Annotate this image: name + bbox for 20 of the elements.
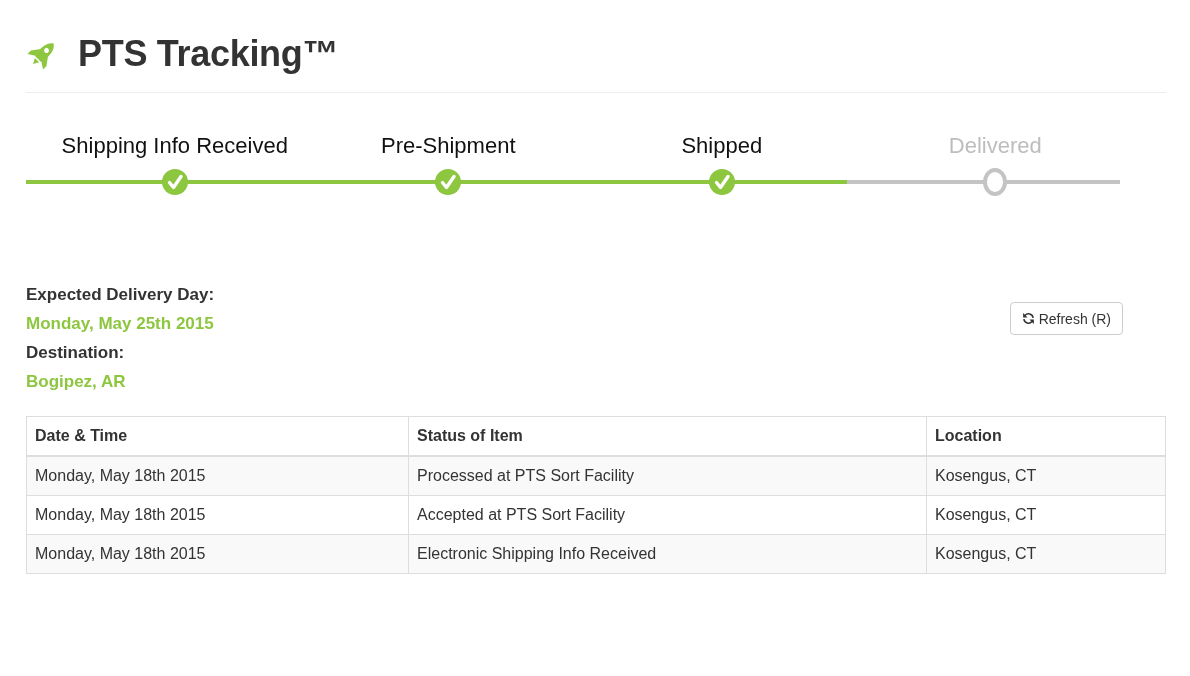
step-label: Pre-Shipment — [381, 133, 516, 159]
refresh-button[interactable]: Refresh (R) — [1009, 302, 1123, 335]
table-cell: Kosengus, CT — [926, 534, 1166, 574]
table-cell: Processed at PTS Sort Facility — [408, 456, 927, 496]
table-cell: Kosengus, CT — [926, 456, 1166, 496]
page-title: PTS Tracking™ — [78, 32, 339, 76]
table-cell: Electronic Shipping Info Received — [408, 534, 927, 574]
table-cell: Monday, May 18th 2015 — [26, 534, 409, 574]
table-cell: Kosengus, CT — [926, 495, 1166, 535]
step-label: Shipping Info Received — [61, 133, 288, 159]
field-label: Destination: — [26, 342, 125, 364]
field-label: Expected Delivery Day: — [26, 284, 215, 306]
refresh-icon — [1021, 312, 1035, 325]
table-cell: Monday, May 18th 2015 — [26, 495, 409, 535]
table-cell: Accepted at PTS Sort Facility — [408, 495, 927, 535]
field-value: Monday, May 25th 2015 — [26, 313, 214, 335]
step-label: Shipped — [681, 133, 763, 159]
field-value: Bogipez, AR — [26, 371, 126, 393]
table-cell: Monday, May 18th 2015 — [26, 456, 409, 496]
step-label: Delivered — [948, 133, 1042, 159]
